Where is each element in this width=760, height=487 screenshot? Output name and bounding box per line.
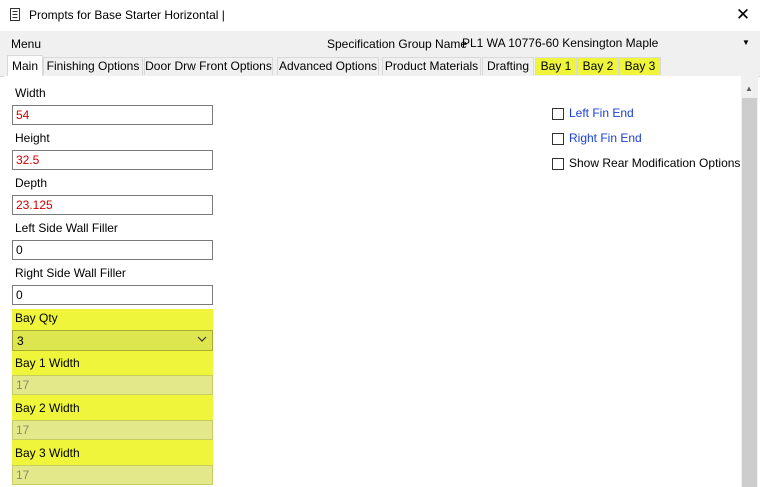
scroll-up-icon[interactable]: ▲ [745, 84, 753, 93]
tab-advanced-options[interactable]: Advanced Options [277, 57, 379, 75]
height-input[interactable]: 32.5 [12, 150, 213, 170]
chevron-down-icon [197, 336, 207, 342]
app-icon [10, 8, 20, 21]
width-label: Width [15, 86, 46, 100]
tab-product-materials[interactable]: Product Materials [382, 57, 481, 75]
left-fin-end-label[interactable]: Left Fin End [569, 106, 634, 120]
spec-group-label: Specification Group Name [327, 37, 468, 51]
bay-2-width-label: Bay 2 Width [15, 401, 80, 415]
right-side-wall-filler-label: Right Side Wall Filler [15, 266, 126, 280]
bay-qty-value: 3 [17, 334, 24, 348]
height-label: Height [15, 131, 50, 145]
scrollbar-thumb[interactable] [742, 98, 757, 487]
spec-group-dropdown[interactable]: PL1 WA 10776-60 Kensington Maple [462, 36, 658, 50]
right-fin-end-checkbox[interactable] [552, 133, 564, 145]
menu-bar: Menu Specification Group Name PL1 WA 107… [0, 31, 760, 55]
tab-bay-1[interactable]: Bay 1 [535, 57, 577, 75]
rear-modification-label[interactable]: Show Rear Modification Options [569, 156, 740, 170]
left-side-wall-filler-label: Left Side Wall Filler [15, 221, 118, 235]
bay-1-width-input: 17 [12, 375, 213, 395]
dropdown-arrow-icon[interactable]: ▼ [742, 38, 750, 47]
vertical-scrollbar[interactable]: ▲ [741, 76, 758, 487]
left-fin-end-checkbox[interactable] [552, 108, 564, 120]
bay-qty-select[interactable]: 3 [12, 330, 213, 351]
tab-strip: Main Finishing Options Door Drw Front Op… [0, 55, 760, 77]
right-fin-end-label[interactable]: Right Fin End [569, 131, 642, 145]
bay-3-width-label: Bay 3 Width [15, 446, 80, 460]
depth-label: Depth [15, 176, 48, 190]
bay-2-width-input: 17 [12, 420, 213, 440]
tab-main[interactable]: Main [7, 55, 43, 77]
window-title: Prompts for Base Starter Horizontal | [29, 8, 225, 22]
right-side-wall-filler-input[interactable]: 0 [12, 285, 213, 305]
menu-button[interactable]: Menu [11, 37, 41, 51]
tab-bay-2[interactable]: Bay 2 [577, 57, 619, 75]
rear-modification-checkbox[interactable] [552, 158, 564, 170]
tab-door-drw-front-options[interactable]: Door Drw Front Options [144, 57, 273, 75]
left-side-wall-filler-input[interactable]: 0 [12, 240, 213, 260]
tab-finishing-options[interactable]: Finishing Options [43, 57, 143, 75]
width-input[interactable]: 54 [12, 105, 213, 125]
bay-3-width-input: 17 [12, 465, 213, 485]
tab-bay-3[interactable]: Bay 3 [619, 57, 661, 75]
bay-1-width-label: Bay 1 Width [15, 356, 80, 370]
tab-drafting[interactable]: Drafting [482, 57, 534, 75]
bay-qty-label: Bay Qty [15, 311, 58, 325]
depth-input[interactable]: 23.125 [12, 195, 213, 215]
title-bar: Prompts for Base Starter Horizontal | ✕ [0, 0, 760, 31]
close-icon[interactable]: ✕ [733, 5, 753, 25]
